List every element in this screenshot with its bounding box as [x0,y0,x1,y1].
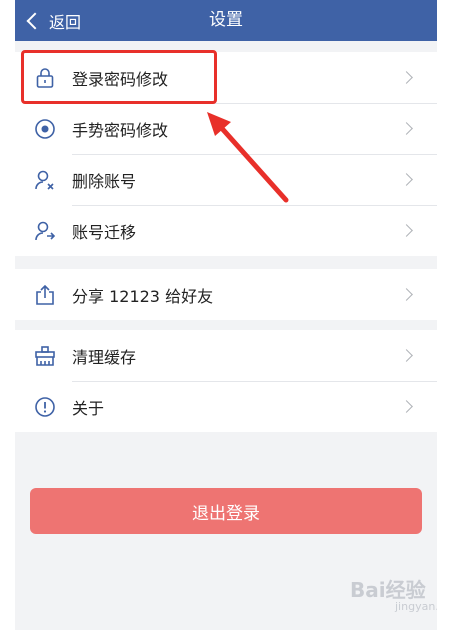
user-delete-icon [34,169,56,191]
row-gesture-password[interactable]: 手势密码修改 [15,103,437,154]
chevron-left-icon [26,12,44,29]
back-button[interactable]: 返回 [23,0,81,41]
row-share[interactable]: 分享 12123 给好友 [15,269,437,320]
watermark-url: jingyan.baidu.com [395,600,437,613]
row-login-password[interactable]: 登录密码修改 [15,52,437,103]
logout-button[interactable]: 退出登录 [30,488,422,534]
row-about[interactable]: 关于 [15,381,437,432]
settings-screen: 返回 设置 登录密码修改 手势密码修改 删除账号 账号迁移 分享 12123 给… [15,0,437,630]
broom-icon [34,345,56,367]
info-icon [34,396,56,418]
settings-group-misc: 清理缓存 关于 [15,330,437,432]
row-label: 分享 12123 给好友 [72,286,214,306]
chevron-right-icon [400,288,413,301]
settings-group-security: 登录密码修改 手势密码修改 删除账号 账号迁移 [15,52,437,256]
watermark-brand: Bai经验 [350,578,426,602]
row-label: 删除账号 [72,171,137,191]
chevron-right-icon [400,400,413,413]
chevron-right-icon [400,173,413,186]
row-label: 登录密码修改 [72,69,169,89]
share-icon [34,284,56,306]
row-label: 手势密码修改 [72,120,169,140]
row-clear-cache[interactable]: 清理缓存 [15,330,437,381]
row-label: 清理缓存 [72,347,137,367]
row-account-migrate[interactable]: 账号迁移 [15,205,437,256]
navbar: 返回 设置 [15,0,437,41]
gesture-icon [34,118,56,140]
row-delete-account[interactable]: 删除账号 [15,154,437,205]
chevron-right-icon [400,224,413,237]
row-label: 账号迁移 [72,222,137,242]
settings-group-share: 分享 12123 给好友 [15,269,437,320]
chevron-right-icon [400,71,413,84]
back-label: 返回 [49,12,82,32]
row-label: 关于 [72,398,105,418]
chevron-right-icon [400,349,413,362]
chevron-right-icon [400,122,413,135]
user-migrate-icon [34,220,56,242]
lock-icon [34,67,56,89]
